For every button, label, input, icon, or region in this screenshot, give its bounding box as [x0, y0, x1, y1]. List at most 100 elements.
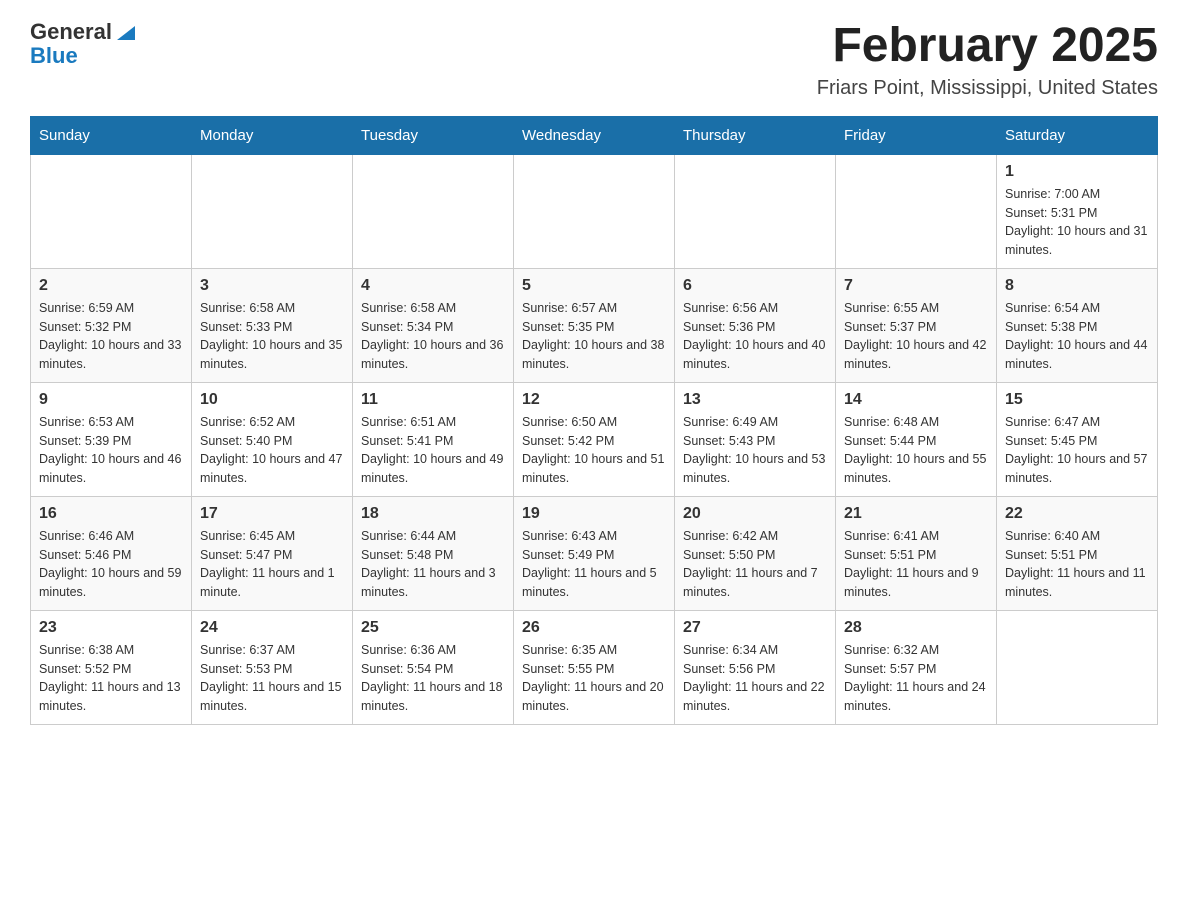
day-number: 16	[39, 505, 183, 523]
table-row: 3Sunrise: 6:58 AM Sunset: 5:33 PM Daylig…	[192, 268, 353, 382]
calendar-week-2: 2Sunrise: 6:59 AM Sunset: 5:32 PM Daylig…	[31, 268, 1158, 382]
day-info: Sunrise: 6:34 AM Sunset: 5:56 PM Dayligh…	[683, 641, 827, 716]
table-row: 26Sunrise: 6:35 AM Sunset: 5:55 PM Dayli…	[514, 610, 675, 724]
day-number: 15	[1005, 391, 1149, 409]
table-row: 28 Sunrise: 6:32 AM Sunset: 5:57 PM Dayli…	[836, 610, 997, 724]
table-row: 14Sunrise: 6:48 AM Sunset: 5:44 PM Dayli…	[836, 382, 997, 496]
day-number: 1	[1005, 163, 1149, 181]
day-info: Sunrise: 6:55 AM Sunset: 5:37 PM Dayligh…	[844, 299, 988, 374]
day-number: 25	[361, 619, 505, 637]
table-row: 15 Sunrise: 6:47 AM Sunset: 5:45 PM Dayli…	[997, 382, 1158, 496]
day-info: Sunrise: 6:42 AM Sunset: 5:50 PM Dayligh…	[683, 527, 827, 602]
day-number: 19	[522, 505, 666, 523]
day-number: 3	[200, 277, 344, 295]
table-row: 20 Sunrise: 6:42 AM Sunset: 5:50 PM Dayli…	[675, 496, 836, 610]
day-info: Sunrise: 6:41 AM Sunset: 5:51 PM Dayligh…	[844, 527, 988, 602]
calendar-header-row: Sunday Monday Tuesday Wednesday Thursday…	[31, 116, 1158, 154]
table-row: 5Sunrise: 6:57 AM Sunset: 5:35 PM Daylig…	[514, 268, 675, 382]
day-number: 8	[1005, 277, 1149, 295]
day-number: 18	[361, 505, 505, 523]
day-number: 9	[39, 391, 183, 409]
table-row	[192, 154, 353, 268]
table-row: 25 Sunrise: 6:36 AM Sunset: 5:54 PM Dayli…	[353, 610, 514, 724]
day-info: Sunrise: 6:52 AM Sunset: 5:40 PM Dayligh…	[200, 413, 344, 488]
table-row: 18Sunrise: 6:44 AM Sunset: 5:48 PM Dayli…	[353, 496, 514, 610]
title-section: February 2025 Friars Point, Mississippi,…	[817, 20, 1158, 100]
logo: General Blue	[30, 20, 137, 68]
table-row: 9 Sunrise: 6:53 AM Sunset: 5:39 PM Daylig…	[31, 382, 192, 496]
logo-text-general: General	[30, 20, 112, 44]
day-info: Sunrise: 6:46 AM Sunset: 5:46 PM Dayligh…	[39, 527, 183, 602]
table-row: 13 Sunrise: 6:49 AM Sunset: 5:43 PM Dayli…	[675, 382, 836, 496]
day-number: 4	[361, 277, 505, 295]
day-info: Sunrise: 6:57 AM Sunset: 5:35 PM Dayligh…	[522, 299, 666, 374]
table-row: 2Sunrise: 6:59 AM Sunset: 5:32 PM Daylig…	[31, 268, 192, 382]
table-row: 11 Sunrise: 6:51 AM Sunset: 5:41 PM Dayli…	[353, 382, 514, 496]
day-info: Sunrise: 6:58 AM Sunset: 5:34 PM Dayligh…	[361, 299, 505, 374]
calendar-week-3: 9 Sunrise: 6:53 AM Sunset: 5:39 PM Daylig…	[31, 382, 1158, 496]
table-row: 10 Sunrise: 6:52 AM Sunset: 5:40 PM Dayli…	[192, 382, 353, 496]
day-number: 22	[1005, 505, 1149, 523]
day-info: Sunrise: 6:48 AM Sunset: 5:44 PM Dayligh…	[844, 413, 988, 488]
calendar-week-4: 16 Sunrise: 6:46 AM Sunset: 5:46 PM Dayli…	[31, 496, 1158, 610]
header-tuesday: Tuesday	[353, 116, 514, 154]
table-row	[31, 154, 192, 268]
day-info: Sunrise: 6:40 AM Sunset: 5:51 PM Dayligh…	[1005, 527, 1149, 602]
day-info: Sunrise: 6:43 AM Sunset: 5:49 PM Dayligh…	[522, 527, 666, 602]
day-info: Sunrise: 6:35 AM Sunset: 5:55 PM Dayligh…	[522, 641, 666, 716]
day-info: Sunrise: 6:56 AM Sunset: 5:36 PM Dayligh…	[683, 299, 827, 374]
day-info: Sunrise: 6:50 AM Sunset: 5:42 PM Dayligh…	[522, 413, 666, 488]
day-number: 11	[361, 391, 505, 409]
calendar-week-1: 1 Sunrise: 7:00 AM Sunset: 5:31 PM Daylig…	[31, 154, 1158, 268]
table-row: 4 Sunrise: 6:58 AM Sunset: 5:34 PM Daylig…	[353, 268, 514, 382]
day-info: Sunrise: 7:00 AM Sunset: 5:31 PM Dayligh…	[1005, 185, 1149, 260]
day-info: Sunrise: 6:32 AM Sunset: 5:57 PM Dayligh…	[844, 641, 988, 716]
page-header: General Blue February 2025 Friars Point,…	[30, 20, 1158, 100]
table-row	[836, 154, 997, 268]
table-row: 27 Sunrise: 6:34 AM Sunset: 5:56 PM Dayli…	[675, 610, 836, 724]
logo-text-blue: Blue	[30, 43, 78, 68]
day-number: 13	[683, 391, 827, 409]
header-friday: Friday	[836, 116, 997, 154]
day-number: 21	[844, 505, 988, 523]
day-info: Sunrise: 6:51 AM Sunset: 5:41 PM Dayligh…	[361, 413, 505, 488]
table-row: 7Sunrise: 6:55 AM Sunset: 5:37 PM Daylig…	[836, 268, 997, 382]
day-number: 20	[683, 505, 827, 523]
calendar-week-5: 23 Sunrise: 6:38 AM Sunset: 5:52 PM Dayli…	[31, 610, 1158, 724]
day-number: 27	[683, 619, 827, 637]
table-row: 21 Sunrise: 6:41 AM Sunset: 5:51 PM Dayli…	[836, 496, 997, 610]
table-row	[514, 154, 675, 268]
table-row: 12 Sunrise: 6:50 AM Sunset: 5:42 PM Dayli…	[514, 382, 675, 496]
table-row: 16 Sunrise: 6:46 AM Sunset: 5:46 PM Dayli…	[31, 496, 192, 610]
month-title: February 2025	[817, 20, 1158, 73]
table-row: 19 Sunrise: 6:43 AM Sunset: 5:49 PM Dayli…	[514, 496, 675, 610]
header-monday: Monday	[192, 116, 353, 154]
day-info: Sunrise: 6:47 AM Sunset: 5:45 PM Dayligh…	[1005, 413, 1149, 488]
day-info: Sunrise: 6:45 AM Sunset: 5:47 PM Dayligh…	[200, 527, 344, 602]
day-info: Sunrise: 6:53 AM Sunset: 5:39 PM Dayligh…	[39, 413, 183, 488]
table-row: 8Sunrise: 6:54 AM Sunset: 5:38 PM Daylig…	[997, 268, 1158, 382]
logo-triangle-icon	[115, 22, 137, 44]
day-number: 17	[200, 505, 344, 523]
table-row: 24 Sunrise: 6:37 AM Sunset: 5:53 PM Dayli…	[192, 610, 353, 724]
table-row	[675, 154, 836, 268]
day-info: Sunrise: 6:37 AM Sunset: 5:53 PM Dayligh…	[200, 641, 344, 716]
day-number: 23	[39, 619, 183, 637]
day-number: 10	[200, 391, 344, 409]
table-row: 22 Sunrise: 6:40 AM Sunset: 5:51 PM Dayli…	[997, 496, 1158, 610]
table-row: 6 Sunrise: 6:56 AM Sunset: 5:36 PM Daylig…	[675, 268, 836, 382]
header-wednesday: Wednesday	[514, 116, 675, 154]
day-info: Sunrise: 6:38 AM Sunset: 5:52 PM Dayligh…	[39, 641, 183, 716]
header-thursday: Thursday	[675, 116, 836, 154]
day-number: 24	[200, 619, 344, 637]
header-sunday: Sunday	[31, 116, 192, 154]
day-info: Sunrise: 6:36 AM Sunset: 5:54 PM Dayligh…	[361, 641, 505, 716]
day-number: 6	[683, 277, 827, 295]
day-number: 12	[522, 391, 666, 409]
day-info: Sunrise: 6:49 AM Sunset: 5:43 PM Dayligh…	[683, 413, 827, 488]
day-number: 28	[844, 619, 988, 637]
table-row: 17 Sunrise: 6:45 AM Sunset: 5:47 PM Dayli…	[192, 496, 353, 610]
table-row: 23 Sunrise: 6:38 AM Sunset: 5:52 PM Dayli…	[31, 610, 192, 724]
table-row: 1 Sunrise: 7:00 AM Sunset: 5:31 PM Daylig…	[997, 154, 1158, 268]
day-number: 2	[39, 277, 183, 295]
